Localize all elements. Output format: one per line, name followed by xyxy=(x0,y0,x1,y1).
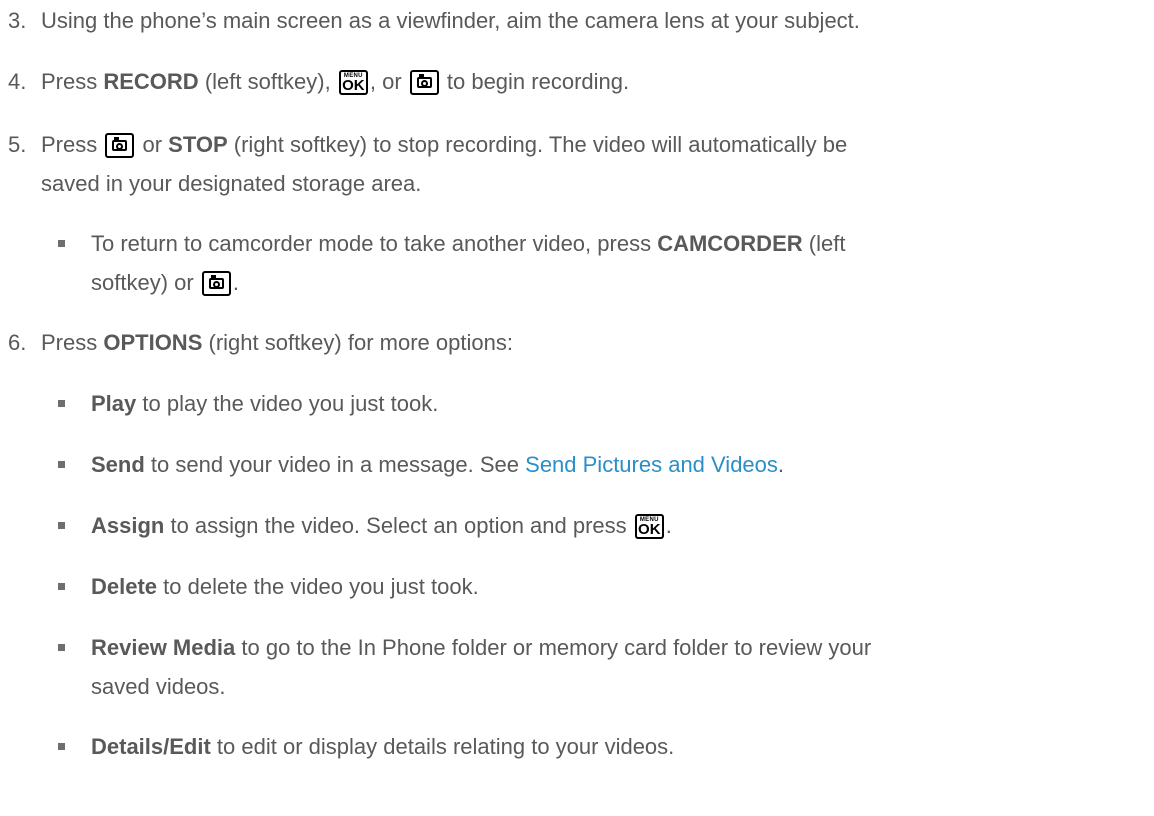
review-media-continuation: saved videos. xyxy=(91,674,226,699)
step-3: 3. Using the phone’s main screen as a vie… xyxy=(8,2,1148,40)
bullet-icon xyxy=(58,461,65,468)
step-text: to begin recording. xyxy=(440,69,630,94)
camera-key-icon xyxy=(409,70,439,95)
step-text: (left softkey), xyxy=(198,69,337,94)
note-text: To return to camcorder mode to take anot… xyxy=(91,231,658,256)
camcorder-note-continuation: softkey) or . xyxy=(91,264,239,302)
note-text: (left xyxy=(802,231,846,256)
step-text: Press xyxy=(41,69,104,94)
camcorder-softkey-label: CAMCORDER xyxy=(657,231,803,256)
option-label: Delete xyxy=(91,574,158,599)
menu-ok-key-icon: MENU OK xyxy=(634,514,664,539)
option-text: to edit or display details relating to y… xyxy=(210,734,675,759)
option-text: . xyxy=(665,513,672,538)
step-number: 3. xyxy=(8,8,27,33)
option-label: Play xyxy=(91,391,137,416)
step-text: , or xyxy=(369,69,408,94)
option-text: . xyxy=(777,452,785,477)
camera-key-icon xyxy=(201,271,231,296)
step-text: Press xyxy=(41,330,104,355)
option-label: Review Media xyxy=(91,635,236,660)
bullet-icon xyxy=(58,522,65,529)
bullet-icon xyxy=(58,400,65,407)
document-page: 3. Using the phone’s main screen as a vie… xyxy=(0,0,1154,816)
options-softkey-label: OPTIONS xyxy=(103,330,203,355)
option-label: Assign xyxy=(91,513,165,538)
option-text: to play the video you just took. xyxy=(136,391,439,416)
send-pictures-and-videos-link[interactable]: Send Pictures and Videos xyxy=(525,452,778,477)
step-number: 4. xyxy=(8,69,27,94)
step-number: 5. xyxy=(8,132,27,157)
step-5: 5. Press or STOP (right softkey) to stop … xyxy=(8,126,1148,164)
bullet-icon xyxy=(58,743,65,750)
step-text: (right softkey) to stop recording. The v… xyxy=(227,132,848,157)
step-5-continuation: saved in your designated storage area. xyxy=(41,171,422,196)
step-text: (right softkey) for more options: xyxy=(202,330,513,355)
option-text: to go to the In Phone folder or memory c… xyxy=(235,635,872,660)
camera-key-icon xyxy=(105,133,135,158)
bullet-icon xyxy=(58,240,65,247)
option-label: Details/Edit xyxy=(91,734,211,759)
record-softkey-label: RECORD xyxy=(103,69,199,94)
bullet-icon xyxy=(58,644,65,651)
option-text: to send your video in a message. See xyxy=(144,452,526,477)
option-text: to delete the video you just took. xyxy=(157,574,479,599)
step-text: Press xyxy=(41,132,104,157)
stop-softkey-label: STOP xyxy=(168,132,228,157)
option-text: to assign the video. Select an option an… xyxy=(164,513,633,538)
bullet-icon xyxy=(58,583,65,590)
menu-ok-key-icon: MENU OK xyxy=(338,70,368,95)
step-text: or xyxy=(136,132,169,157)
note-text: . xyxy=(232,270,239,295)
step-text: Using the phone’s main screen as a viewf… xyxy=(41,8,860,33)
step-6: 6. Press OPTIONS (right softkey) for more… xyxy=(8,324,1148,362)
step-number: 6. xyxy=(8,330,27,355)
step-4: 4. Press RECORD (left softkey), MENU OK, o… xyxy=(8,63,1148,101)
option-label: Send xyxy=(91,452,145,477)
note-text: softkey) or xyxy=(91,270,200,295)
